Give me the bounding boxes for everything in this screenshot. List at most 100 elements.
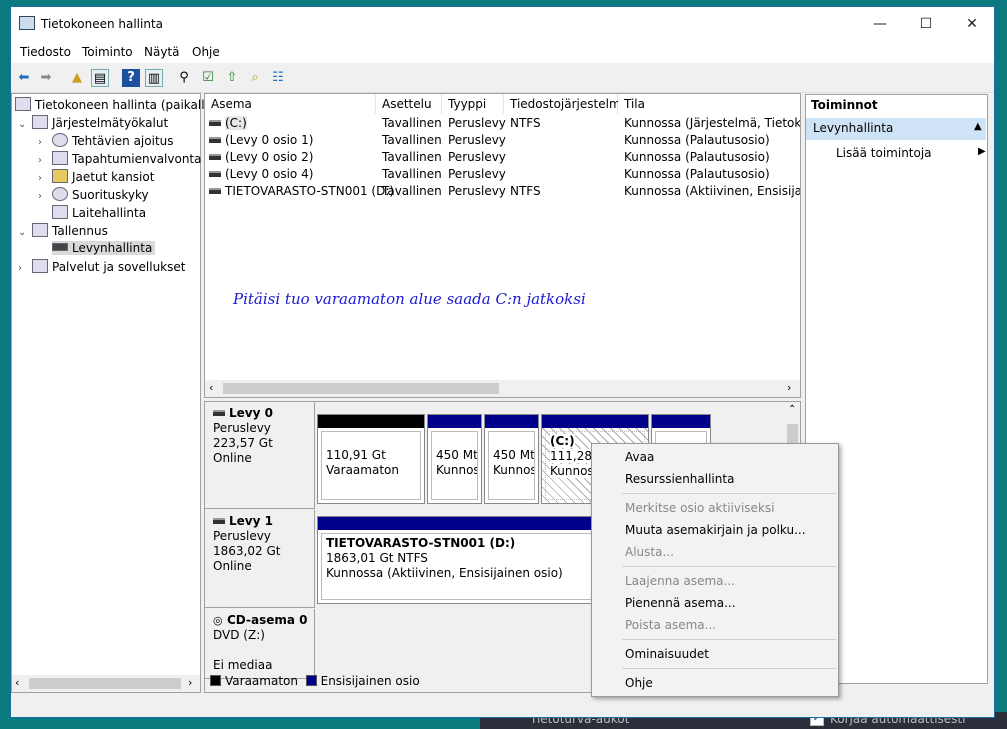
menu-bar: Tiedosto Toiminto Näytä Ohje [11, 41, 994, 63]
cell-type: Peruslevy [448, 167, 506, 181]
disk1-label[interactable]: Levy 1 Peruslevy 1863,02 Gt Online [205, 510, 315, 608]
cell-layout: Tavallinen [382, 150, 442, 164]
table-row[interactable]: TIETOVARASTO-STN001 (D:) Tavallinen Peru… [205, 183, 800, 200]
submenu-arrow-icon: ▶ [978, 146, 986, 157]
partition-unallocated[interactable]: 110,91 Gt Varaamaton [317, 414, 425, 504]
tree-horizontal-scrollbar[interactable]: ‹ › [12, 675, 200, 692]
collapse-arrow-icon[interactable]: › [38, 173, 52, 184]
connect-icon[interactable]: ⚲ [175, 69, 193, 87]
cell-status: Kunnossa (Palautusosio) [624, 167, 770, 181]
tree-item-services[interactable]: › Palvelut ja sovellukset [18, 259, 185, 274]
menu-item-open[interactable]: Avaa [625, 450, 654, 464]
tree-item-disk-management[interactable]: Levynhallinta [52, 241, 156, 255]
partition-body: 450 Mt Kunnos [431, 431, 478, 500]
disk0-label[interactable]: Levy 0 Peruslevy 223,57 Gt Online [205, 402, 315, 509]
collapse-arrow-icon[interactable]: › [18, 263, 32, 274]
menu-action[interactable]: Toiminto [82, 45, 133, 59]
menu-item-properties[interactable]: Ominaisuudet [625, 647, 709, 661]
menu-file[interactable]: Tiedosto [20, 45, 71, 59]
help-icon[interactable]: ? [122, 69, 140, 87]
menu-view[interactable]: Näytä [144, 45, 180, 59]
column-header-volume[interactable]: Asema [205, 94, 376, 114]
up-folder-icon[interactable]: ▲ [68, 69, 86, 87]
table-row[interactable]: (Levy 0 osio 4) Tavallinen Peruslevy Kun… [205, 166, 799, 183]
search-icon[interactable]: ⌕ [246, 69, 264, 87]
cell-status: Kunnossa (Järjestelmä, Tietokone [624, 116, 800, 130]
tree-item-performance[interactable]: › Suorituskyky [38, 187, 149, 202]
partition-recovery-2[interactable]: 450 Mt Kunnos [484, 414, 539, 504]
menu-item-explore[interactable]: Resurssienhallinta [625, 472, 734, 486]
collapse-arrow-icon[interactable]: › [38, 191, 52, 202]
toolbar: ⬅ ➡ ▲ ▤ ? ▥ ⚲ ☑ ⇧ ⌕ ☷ [11, 63, 994, 93]
minimize-button[interactable]: — [857, 7, 903, 41]
back-icon[interactable]: ⬅ [15, 69, 33, 87]
annotation-text: Pitäisi tuo varaamaton alue saada C:n ja… [233, 290, 586, 308]
disk-icon [213, 410, 225, 416]
column-header-layout[interactable]: Asettelu [376, 94, 442, 114]
collapse-arrow-icon[interactable]: › [38, 155, 52, 166]
menu-separator [622, 493, 836, 494]
partition-body: 450 Mt Kunnos [488, 431, 535, 500]
actions-header: Toiminnot [806, 95, 986, 117]
cd-icon: ◎ [213, 614, 223, 627]
collapse-arrow-icon[interactable]: › [38, 137, 52, 148]
tree-item-scheduler[interactable]: › Tehtävien ajoitus [38, 133, 174, 148]
menu-item-change-letter[interactable]: Muuta asemakirjain ja polku... [625, 523, 806, 537]
menu-item-help[interactable]: Ohje [625, 676, 653, 690]
show-action-pane-icon[interactable]: ▥ [145, 69, 163, 87]
partition-label: Varaamaton [326, 463, 399, 477]
drive-icon [209, 171, 221, 177]
scroll-right-icon[interactable]: › [188, 676, 192, 689]
show-tree-icon[interactable]: ▤ [91, 69, 109, 87]
partition-size: 450 Mt [493, 448, 535, 462]
list-horizontal-scrollbar[interactable]: ‹ › [205, 380, 800, 397]
disk-name: CD-asema 0 [227, 613, 308, 627]
column-header-type[interactable]: Tyyppi [442, 94, 504, 114]
tree-root-label: Tietokoneen hallinta (paikalline [35, 98, 223, 112]
legend-primary: Ensisijainen osio [320, 674, 420, 688]
cell-volume: (Levy 0 osio 1) [225, 133, 314, 147]
table-row[interactable]: (Levy 0 osio 1) Tavallinen Peruslevy Kun… [205, 132, 799, 149]
maximize-button[interactable]: ☐ [903, 7, 949, 41]
scroll-right-icon[interactable]: › [787, 381, 791, 394]
tree-item-shared-folders[interactable]: › Jaetut kansiot [38, 169, 154, 184]
tree-item-system-tools[interactable]: ⌄ Järjestelmätyökalut [18, 115, 168, 130]
device-manager-icon [52, 205, 68, 219]
scroll-thumb[interactable] [223, 383, 499, 394]
table-row[interactable]: (C:) Tavallinen Peruslevy NTFS Kunnossa … [205, 115, 800, 132]
partition-body: 110,91 Gt Varaamaton [321, 431, 421, 500]
menu-item-shrink[interactable]: Pienennä asema... [625, 596, 736, 610]
forward-icon[interactable]: ➡ [37, 69, 55, 87]
expand-arrow-icon[interactable]: ⌄ [18, 227, 32, 238]
collapse-icon[interactable]: ▲ [974, 121, 982, 132]
menu-help[interactable]: Ohje [192, 45, 220, 59]
column-header-status[interactable]: Tila [618, 94, 800, 114]
cell-type: Peruslevy [448, 184, 506, 198]
scroll-left-icon[interactable]: ‹ [209, 381, 213, 394]
tree-item-storage[interactable]: ⌄ Tallennus [18, 223, 108, 238]
title-bar: Tietokoneen hallinta — ☐ ✕ [11, 7, 994, 41]
partition-recovery-1[interactable]: 450 Mt Kunnos [427, 414, 482, 504]
checklist-icon[interactable]: ☑ [199, 69, 217, 87]
table-row[interactable]: (Levy 0 osio 2) Tavallinen Peruslevy Kun… [205, 149, 799, 166]
column-header-filesystem[interactable]: Tiedostojärjestelmä [504, 94, 628, 114]
tree-item-event-viewer[interactable]: › Tapahtumienvalvonta [38, 151, 202, 166]
expand-arrow-icon[interactable]: ⌄ [18, 119, 32, 130]
scroll-thumb[interactable] [29, 678, 181, 689]
cd-drive-label[interactable]: ◎ CD-asema 0 DVD (Z:) Ei mediaa [205, 609, 315, 679]
disk-status: Online [213, 559, 252, 573]
close-button[interactable]: ✕ [949, 7, 995, 41]
scroll-up-icon[interactable]: ⌃ [788, 404, 796, 415]
menu-separator [622, 639, 836, 640]
partition-status: Kunnossa (Aktiivinen, Ensisijainen osio) [326, 566, 563, 580]
tree-root[interactable]: Tietokoneen hallinta (paikalline [15, 97, 223, 112]
properties-icon[interactable]: ☷ [269, 69, 287, 87]
cell-layout: Tavallinen [382, 133, 442, 147]
legend-primary-swatch [305, 675, 317, 686]
more-actions-item[interactable]: Lisää toimintoja ▶ [836, 146, 986, 160]
actions-selected-item[interactable]: Levynhallinta ▲ [806, 118, 986, 140]
drive-icon [209, 137, 221, 143]
scroll-left-icon[interactable]: ‹ [15, 676, 19, 689]
tree-item-device-manager[interactable]: Laitehallinta [52, 205, 146, 220]
upload-icon[interactable]: ⇧ [223, 69, 241, 87]
